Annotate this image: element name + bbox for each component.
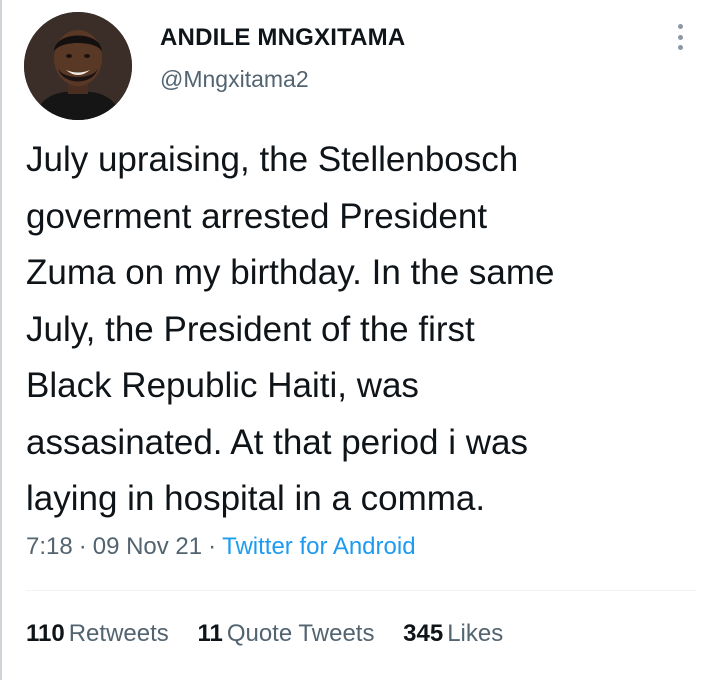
more-options-button[interactable] (668, 22, 692, 52)
tweet-date[interactable]: 09 Nov 21 (93, 533, 202, 560)
author-avatar[interactable] (24, 12, 132, 120)
likes-count: 345 (403, 620, 444, 647)
likes-stat[interactable]: 345 Likes (403, 620, 503, 647)
retweets-count: 110 (26, 620, 65, 647)
profile-photo-icon (24, 12, 132, 120)
author-name[interactable]: ANDILE MNGXITAMA (160, 24, 405, 52)
tweet-meta: 7:18 · 09 Nov 21 · Twitter for Android (26, 533, 416, 561)
retweets-label: Retweets (68, 620, 169, 647)
author-handle[interactable]: @Mngxitama2 (160, 66, 309, 93)
more-dot-icon (677, 45, 683, 50)
quote-tweets-count: 11 (197, 620, 223, 647)
meta-separator: · (208, 533, 217, 560)
divider (26, 590, 696, 591)
more-dot-icon (677, 24, 683, 29)
left-border (0, 0, 2, 680)
tweet-time[interactable]: 7:18 (26, 533, 73, 560)
retweets-stat[interactable]: 110 Retweets (26, 620, 169, 647)
quote-tweets-label: Quote Tweets (226, 620, 375, 647)
quote-tweets-stat[interactable]: 11 Quote Tweets (197, 620, 374, 647)
meta-separator: · (78, 533, 87, 560)
likes-label: Likes (447, 620, 504, 647)
more-dot-icon (677, 34, 683, 40)
engagement-stats: 110 Retweets 11 Quote Tweets 345 Likes (26, 620, 525, 648)
tweet-text: July upraising, the Stellenbosch goverme… (26, 140, 555, 518)
tweet-source-link[interactable]: Twitter for Android (222, 533, 415, 560)
